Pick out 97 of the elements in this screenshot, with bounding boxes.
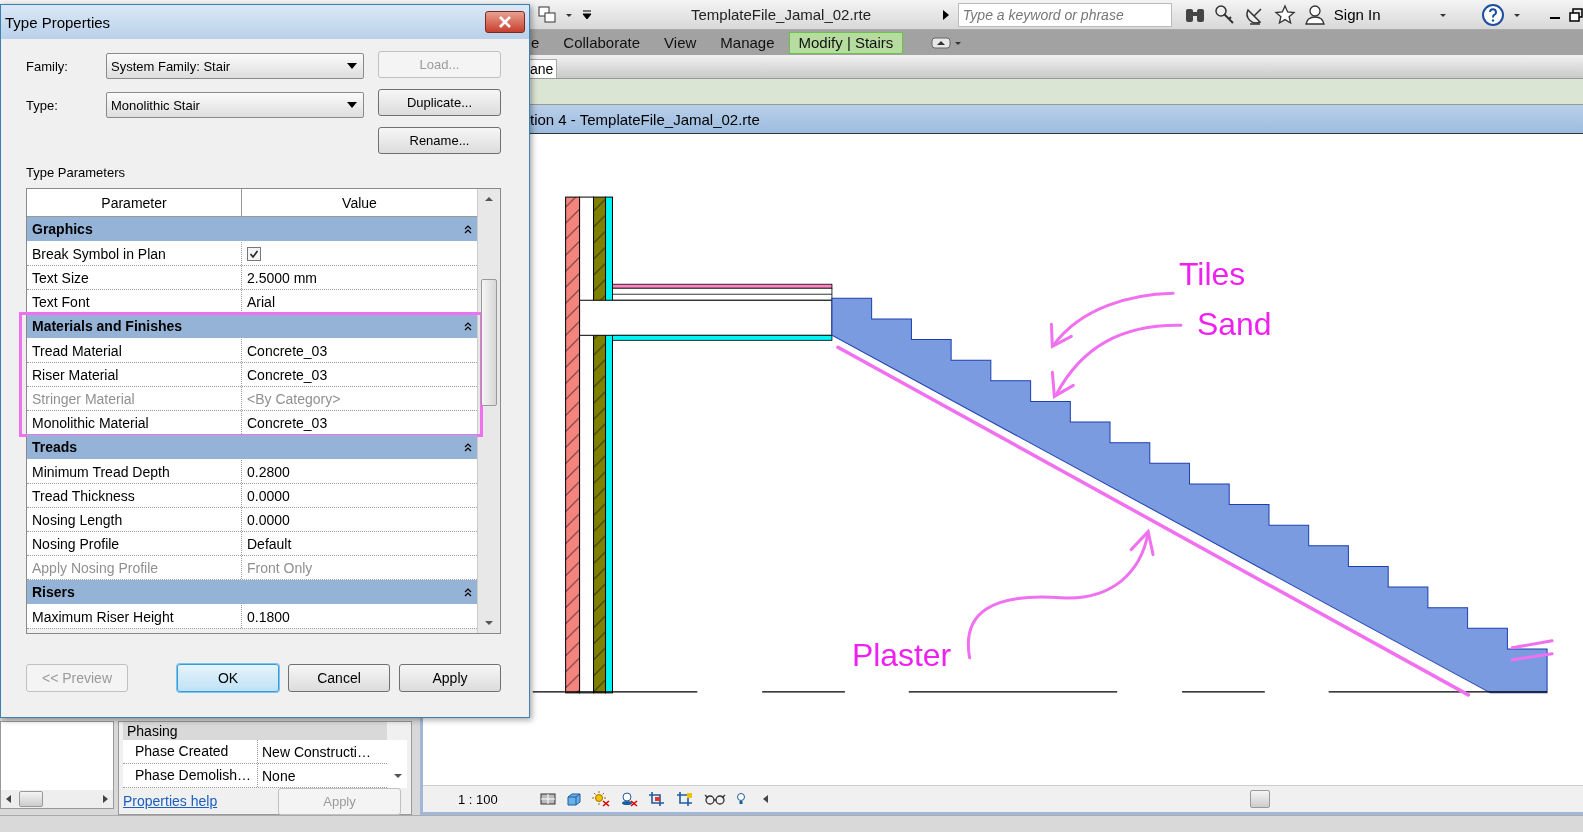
column-header: Parameter xyxy=(27,189,242,216)
lightbulb-icon[interactable] xyxy=(736,791,746,807)
collapse-icon[interactable] xyxy=(464,224,472,234)
parameter-name: Monolithic Material xyxy=(27,411,242,434)
customize-dropdown-icon[interactable] xyxy=(581,8,593,21)
parameter-value[interactable]: 0.0000 xyxy=(242,484,477,507)
group-header: Phasing xyxy=(123,722,387,740)
dropdown-arrow-icon[interactable] xyxy=(347,63,357,69)
cube-icon[interactable] xyxy=(566,791,582,807)
view-title: tion 4 - TemplateFile_Jamal_02.rte xyxy=(530,110,760,128)
scroll-left-icon[interactable] xyxy=(762,794,770,804)
group-header[interactable]: Materials and Finishes xyxy=(27,314,477,339)
field-label: Type: xyxy=(26,97,59,113)
parameter-name: Maximum Riser Height xyxy=(27,605,242,628)
parameter-value[interactable]: 0.1800 xyxy=(242,605,477,628)
view-scale[interactable]: 1 : 100 xyxy=(458,791,530,807)
parameter-value[interactable]: Concrete_03 xyxy=(242,363,477,386)
dialog-button[interactable]: OK xyxy=(177,664,279,692)
annotation-mark xyxy=(1510,639,1554,662)
help-icon[interactable] xyxy=(1481,2,1505,27)
dropdown-arrow-icon[interactable] xyxy=(347,102,357,108)
dialog-button[interactable]: Rename... xyxy=(378,127,501,154)
scroll-left-icon[interactable] xyxy=(5,794,13,804)
close-button[interactable] xyxy=(485,11,525,33)
property-value: New Constructi… xyxy=(261,743,371,760)
ribbon-tab[interactable]: View xyxy=(654,31,707,54)
parameter-name: Text Size xyxy=(27,266,242,289)
property-value: None xyxy=(261,767,296,784)
restore-icon[interactable] xyxy=(1569,7,1583,22)
visual-style-icon[interactable] xyxy=(540,791,556,807)
close-icon[interactable] xyxy=(498,16,512,28)
switch-windows-icon[interactable] xyxy=(537,4,557,25)
user-icon[interactable] xyxy=(1303,3,1326,26)
property-name: Phase Created xyxy=(123,740,258,763)
annotation-label: Sand xyxy=(1197,306,1272,343)
dialog-button[interactable]: Apply xyxy=(399,664,501,692)
collapse-icon[interactable] xyxy=(464,321,472,331)
key-icon[interactable] xyxy=(1213,3,1236,26)
parameter-value[interactable]: Default xyxy=(242,532,477,555)
parameter-value[interactable]: 0.2800 xyxy=(242,460,477,483)
group-title: Graphics xyxy=(32,221,93,237)
ribbon-tab[interactable]: Modify | Stairs xyxy=(788,31,904,54)
group-header[interactable]: Graphics xyxy=(27,217,477,242)
scroll-down-icon[interactable] xyxy=(393,772,403,780)
ribbon-tab[interactable]: e xyxy=(521,31,550,54)
scroll-thumb[interactable] xyxy=(481,279,497,406)
window-title: TemplateFile_Jamal_02.rte xyxy=(691,6,873,23)
expand-arrow-icon[interactable] xyxy=(941,8,950,21)
parameter-value[interactable]: Concrete_03 xyxy=(242,411,477,434)
parameter-name: Text Font xyxy=(27,290,242,313)
section-label: Type Parameters xyxy=(26,165,126,180)
parameter-value[interactable]: 2.5000 mm xyxy=(242,266,477,289)
parameter-value[interactable]: Arial xyxy=(242,290,477,313)
collapse-icon[interactable] xyxy=(464,442,472,452)
column-header: Value xyxy=(341,193,378,213)
field-label: Family: xyxy=(26,58,69,74)
crop-icon[interactable] xyxy=(648,791,666,807)
dropdown-field[interactable]: Monolithic Stair xyxy=(106,92,364,118)
ribbon-tab[interactable]: Collaborate xyxy=(553,31,651,54)
parameter-value[interactable]: Concrete_03 xyxy=(242,339,477,362)
parameter-name: Stringer Material xyxy=(27,387,242,410)
parameter-value[interactable]: 0.0000 xyxy=(242,508,477,531)
group-header[interactable]: Risers xyxy=(27,580,477,605)
parameter-name: Apply Nosing Profile xyxy=(27,556,242,579)
star-icon[interactable] xyxy=(1273,3,1296,26)
sign-in-label[interactable]: Sign In xyxy=(1333,6,1431,23)
dropdown-field[interactable]: System Family: Stair xyxy=(106,53,364,79)
property-name: Phase Demolish… xyxy=(123,764,258,787)
dialog-button[interactable]: Duplicate... xyxy=(378,89,501,116)
shadow-icon[interactable] xyxy=(620,791,638,807)
scroll-right-icon[interactable] xyxy=(101,794,109,804)
parameter-name: Tread Thickness xyxy=(27,484,242,507)
parameter-name: Nosing Profile xyxy=(27,532,242,555)
checkbox[interactable] xyxy=(247,246,261,261)
group-header[interactable]: Treads xyxy=(27,435,477,460)
dialog-button[interactable]: Cancel xyxy=(288,664,390,692)
dialog-title: Type Properties xyxy=(5,13,111,31)
parameter-name: Nosing Length xyxy=(27,508,242,531)
group-title: Risers xyxy=(32,584,75,600)
collapse-icon[interactable] xyxy=(464,587,472,597)
sun-icon[interactable] xyxy=(592,791,610,807)
parameter-name: Minimum Tread Depth xyxy=(27,460,242,483)
crop-region-icon[interactable] xyxy=(676,791,694,807)
parameter-name: Break Symbol in Plan xyxy=(27,242,242,265)
annotation-label: Tiles xyxy=(1179,256,1246,293)
parameter-name: Riser Material xyxy=(27,363,242,386)
ribbon-tab[interactable]: Manage xyxy=(710,31,785,54)
scroll-thumb[interactable] xyxy=(1250,790,1270,808)
scroll-thumb[interactable] xyxy=(19,791,43,807)
scroll-up-icon[interactable] xyxy=(484,195,494,203)
group-title: Treads xyxy=(32,439,78,455)
group-title: Materials and Finishes xyxy=(32,318,183,334)
properties-help-link[interactable]: Properties help xyxy=(123,793,218,809)
annotation-label: Plaster xyxy=(851,636,952,673)
scroll-down-icon[interactable] xyxy=(484,619,494,627)
search-field[interactable]: Type a keyword or phrase xyxy=(957,2,1172,27)
parameter-name: Tread Material xyxy=(27,339,242,362)
